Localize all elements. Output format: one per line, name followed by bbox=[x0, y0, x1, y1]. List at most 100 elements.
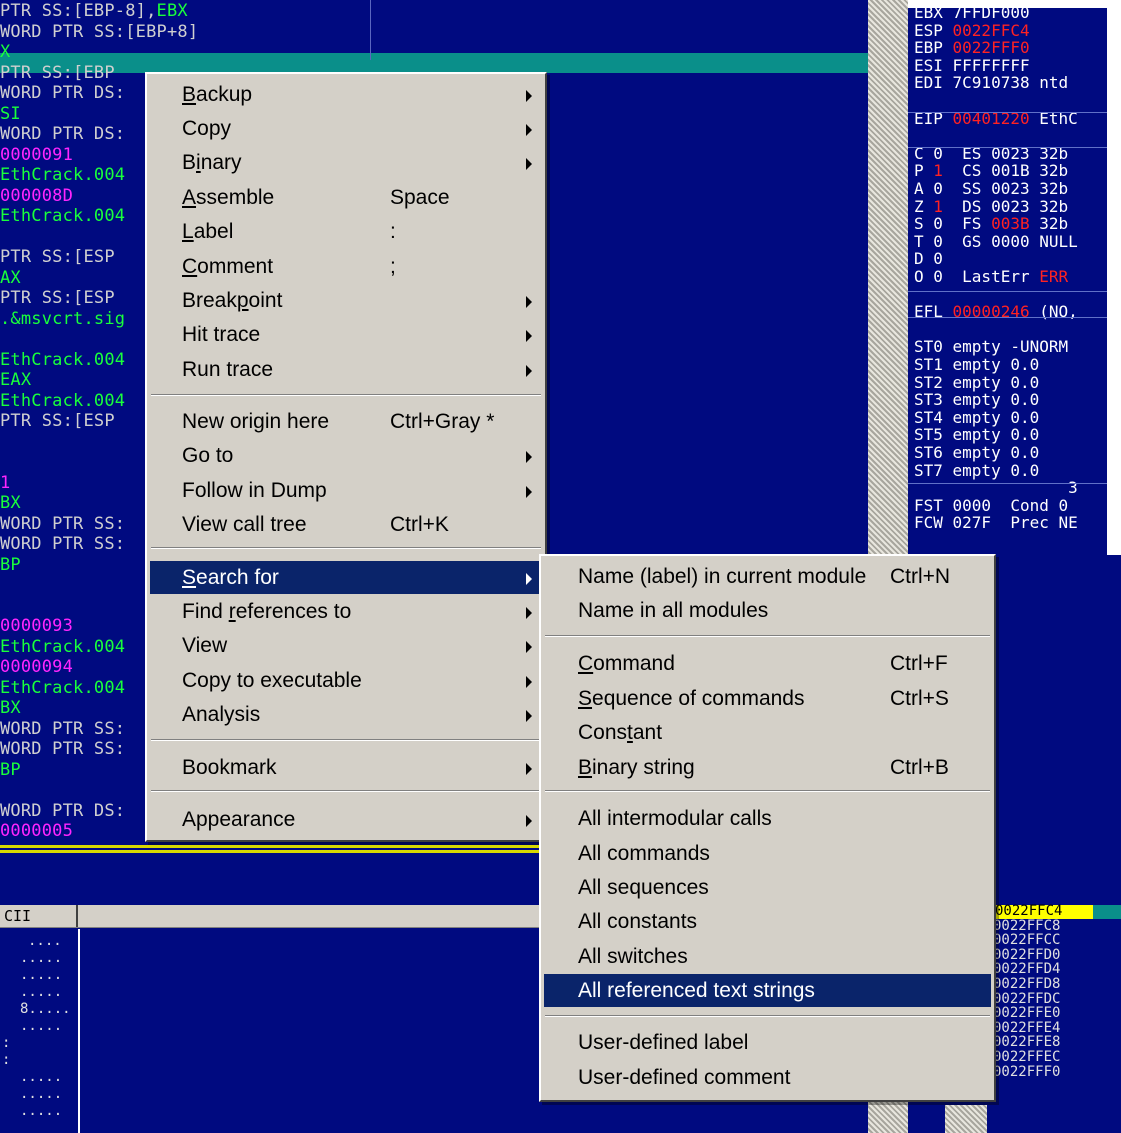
disassembly-line[interactable]: EthCrack.004 bbox=[0, 206, 125, 227]
register-line[interactable]: D 0 bbox=[914, 250, 943, 268]
register-line[interactable]: FST 0000 Cond 0 bbox=[914, 497, 1068, 515]
submenu-item-user-defined-comment[interactable]: User-defined comment bbox=[544, 1061, 991, 1094]
menu-item-copy[interactable]: Copy bbox=[150, 112, 542, 145]
submenu-item-command[interactable]: Command Ctrl+F bbox=[544, 647, 991, 680]
menu-item-bookmark[interactable]: Bookmark bbox=[150, 751, 542, 784]
submenu-item-sequence-of-commands[interactable]: Sequence of commands Ctrl+S bbox=[544, 682, 991, 715]
stack-address[interactable]: 0022FFE8 bbox=[993, 1035, 1060, 1050]
dump-ascii-row[interactable]: ..... bbox=[20, 984, 62, 1001]
disassembly-line[interactable]: PTR SS:[EBP-8],EBX bbox=[0, 1, 188, 22]
register-line[interactable]: T 0 GS 0000 NULL bbox=[914, 233, 1078, 251]
disassembly-line[interactable]: .&msvcrt.sig bbox=[0, 309, 125, 330]
register-line[interactable]: A 0 SS 0023 32b bbox=[914, 180, 1068, 198]
register-line[interactable]: S 0 FS 003B 32b bbox=[914, 215, 1068, 233]
dump-ascii-row[interactable]: ..... bbox=[20, 1103, 62, 1120]
menu-item-label[interactable]: Label: bbox=[150, 215, 542, 248]
stack-address[interactable]: 0022FFD8 bbox=[993, 977, 1060, 992]
stack-address[interactable]: 0022FFE0 bbox=[993, 1006, 1060, 1021]
register-line[interactable]: EBP 0022FFF0 bbox=[914, 39, 1030, 57]
menu-item-view-call-tree[interactable]: View call tree Ctrl+K bbox=[150, 508, 542, 541]
menu-item-go-to[interactable]: Go to bbox=[150, 439, 542, 472]
disassembly-line[interactable]: 0000094 bbox=[0, 657, 73, 678]
dump-ascii-row[interactable]: : bbox=[2, 1035, 10, 1052]
register-line[interactable]: ST1 empty 0.0 bbox=[914, 356, 1039, 374]
register-line[interactable]: ESP 0022FFC4 bbox=[914, 21, 1030, 40]
submenu-item-constant[interactable]: Constant bbox=[544, 716, 991, 749]
register-line[interactable]: ST7 empty 0.0 bbox=[914, 461, 1039, 480]
submenu-item-name-in-all-modules[interactable]: Name in all modules bbox=[544, 594, 991, 627]
disassembly-line[interactable]: BX bbox=[0, 698, 21, 719]
menu-item-find-references-to[interactable]: Find references to bbox=[150, 595, 542, 628]
submenu-item-binary-string[interactable]: Binary string Ctrl+B bbox=[544, 751, 991, 784]
stack-address[interactable]: 0022FFD4 bbox=[993, 962, 1060, 977]
disassembly-line[interactable]: PTR SS:[ESP bbox=[0, 247, 115, 268]
dump-ascii-row[interactable]: ..... bbox=[20, 1018, 62, 1035]
menu-item-backup[interactable]: Backup bbox=[150, 78, 542, 111]
dump-ascii-row[interactable]: .... bbox=[28, 933, 62, 950]
register-line[interactable]: ST3 empty 0.0 bbox=[914, 391, 1039, 409]
disassembly-line[interactable]: PTR SS:[EBP bbox=[0, 63, 115, 84]
stack-address[interactable]: 0022FFD0 bbox=[993, 948, 1060, 963]
menu-item-analysis[interactable]: Analysis bbox=[150, 698, 542, 731]
register-line[interactable]: EFL 00000246 (NO, bbox=[914, 303, 1078, 321]
registers-pane[interactable]: EBX 7FFDF000 ESP 0022FFC4 EBP 0022FFF0 ESI … bbox=[908, 0, 1121, 555]
disassembly-line[interactable]: BP bbox=[0, 555, 21, 576]
submenu-item-all-constants[interactable]: All constants bbox=[544, 905, 991, 938]
disassembly-line[interactable]: EthCrack.004 bbox=[0, 350, 125, 371]
register-line[interactable]: EDI 7C910738 ntd bbox=[914, 74, 1068, 92]
menu-item-copy-to-executable[interactable]: Copy to executable bbox=[150, 664, 542, 697]
menu-item-assemble[interactable]: Assemble Space bbox=[150, 181, 542, 214]
stack-address[interactable]: 0022FFC4 bbox=[995, 904, 1062, 919]
submenu-item-name-label-in-current-module[interactable]: Name (label) in current module Ctrl+N bbox=[544, 560, 991, 593]
register-line[interactable]: ST5 empty 0.0 bbox=[914, 426, 1039, 444]
disassembly-line[interactable]: X bbox=[0, 42, 10, 63]
disassembly-line[interactable]: PTR SS:[ESP bbox=[0, 411, 115, 432]
register-line[interactable]: O 0 LastErr ERR bbox=[914, 268, 1068, 286]
submenu-item-all-sequences[interactable]: All sequences bbox=[544, 871, 991, 904]
disassembly-line[interactable]: EthCrack.004 bbox=[0, 678, 125, 699]
register-line[interactable]: ST2 empty 0.0 bbox=[914, 373, 1039, 392]
disassembly-line[interactable]: EthCrack.004 bbox=[0, 391, 125, 412]
menu-item-search-for[interactable]: Search for bbox=[150, 561, 542, 594]
register-line[interactable]: ST0 empty -UNORM bbox=[914, 338, 1068, 356]
menu-item-run-trace[interactable]: Run trace bbox=[150, 353, 542, 386]
disassembly-line[interactable]: 0000091 bbox=[0, 145, 73, 166]
disassembly-line[interactable]: BP bbox=[0, 760, 21, 781]
dump-ascii-row[interactable]: ..... bbox=[20, 1086, 62, 1103]
disassembly-line[interactable]: WORD PTR SS: bbox=[0, 719, 125, 740]
stack-address[interactable]: 0022FFC8 bbox=[993, 919, 1060, 934]
menu-item-follow-in-dump[interactable]: Follow in Dump bbox=[150, 474, 542, 507]
register-line[interactable]: ST4 empty 0.0 bbox=[914, 409, 1039, 427]
disassembly-line[interactable]: WORD PTR SS:[EBP+8] bbox=[0, 22, 198, 43]
dump-ascii-row[interactable]: ..... bbox=[20, 950, 62, 967]
disassembly-line[interactable]: BX bbox=[0, 493, 21, 514]
submenu-item-user-defined-label[interactable]: User-defined label bbox=[544, 1026, 991, 1059]
register-line[interactable]: 3 bbox=[914, 479, 1078, 497]
disassembly-line[interactable]: EthCrack.004 bbox=[0, 165, 125, 186]
disassembly-line[interactable]: WORD PTR DS: bbox=[0, 801, 125, 822]
dump-ascii-row[interactable]: 8..... bbox=[20, 1001, 71, 1018]
register-line[interactable]: FCW 027F Prec NE bbox=[914, 514, 1078, 532]
stack-address[interactable]: 0022FFCC bbox=[993, 933, 1060, 948]
register-line[interactable]: Z 1 DS 0023 32b bbox=[914, 197, 1068, 216]
register-line[interactable]: P 1 CS 001B 32b bbox=[914, 162, 1068, 180]
dump-ascii-row[interactable]: : bbox=[2, 1052, 10, 1069]
disassembly-line[interactable]: 0000093 bbox=[0, 616, 73, 637]
menu-item-new-origin-here[interactable]: New origin here Ctrl+Gray * bbox=[150, 405, 542, 438]
menu-item-breakpoint[interactable]: Breakpoint bbox=[150, 284, 542, 317]
disassembly-line[interactable]: WORD PTR SS: bbox=[0, 514, 125, 535]
submenu-item-all-referenced-text-strings[interactable]: All referenced text strings bbox=[544, 974, 991, 1007]
disassembly-line[interactable]: SI bbox=[0, 104, 21, 125]
disassembly-line[interactable]: WORD PTR SS: bbox=[0, 534, 125, 555]
submenu-item-all-intermodular-calls[interactable]: All intermodular calls bbox=[544, 802, 991, 835]
disassembly-line[interactable]: WORD PTR DS: bbox=[0, 83, 125, 104]
register-line[interactable]: ST6 empty 0.0 bbox=[914, 444, 1039, 462]
menu-item-binary[interactable]: Binary bbox=[150, 146, 542, 179]
ascii-column-header[interactable]: CII bbox=[0, 905, 78, 927]
submenu-item-all-switches[interactable]: All switches bbox=[544, 940, 991, 973]
disassembly-line[interactable]: AX bbox=[0, 268, 21, 289]
menu-item-hit-trace[interactable]: Hit trace bbox=[150, 318, 542, 351]
stack-address[interactable]: 0022FFF0 bbox=[993, 1065, 1060, 1080]
disassembly-line[interactable]: EAX bbox=[0, 370, 31, 391]
dump-ascii-row[interactable]: ..... bbox=[20, 967, 62, 984]
